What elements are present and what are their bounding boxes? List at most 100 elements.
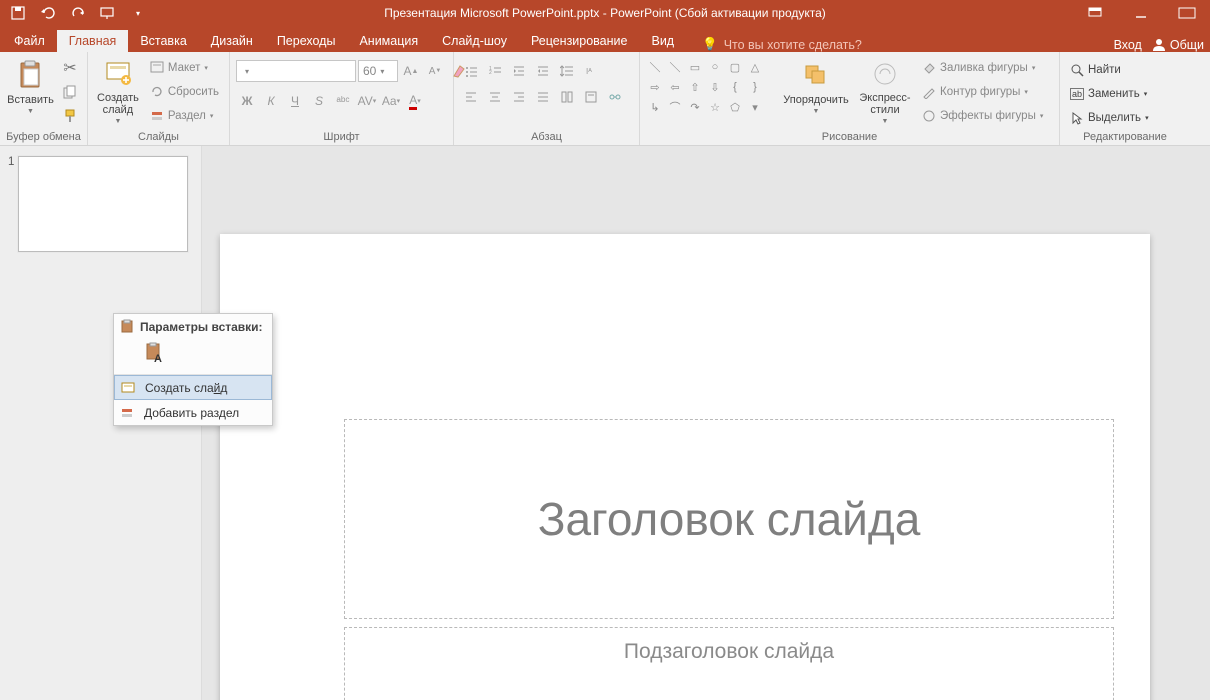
shape-outline-button[interactable]: Контур фигуры▾: [918, 82, 1047, 102]
signin-button[interactable]: Вход: [1114, 38, 1142, 52]
slide-edit-area[interactable]: Заголовок слайда Подзаголовок слайда: [202, 146, 1210, 700]
shape-line-icon[interactable]: ＼: [666, 58, 684, 76]
title-placeholder[interactable]: Заголовок слайда: [344, 419, 1114, 619]
smartart-button[interactable]: [604, 86, 626, 108]
shape-turn-icon[interactable]: ↷: [686, 98, 704, 116]
context-new-slide[interactable]: Создать слайд: [114, 375, 272, 400]
context-add-section[interactable]: Добавить раздел: [114, 400, 272, 425]
svg-text:2: 2: [489, 70, 492, 76]
italic-button[interactable]: К: [260, 90, 282, 112]
shape-arc-icon[interactable]: ⌒: [666, 98, 684, 116]
char-spacing-button[interactable]: AV▾: [356, 90, 378, 112]
reset-button[interactable]: Сбросить: [146, 82, 223, 102]
shape-arrow-icon[interactable]: ⇧: [686, 78, 704, 96]
shape-connector-icon[interactable]: ↳: [646, 98, 664, 116]
font-color-button[interactable]: A▾: [404, 90, 426, 112]
quick-styles-label: Экспресс-стили: [859, 92, 910, 116]
text-shadow-button[interactable]: ᵃᵇᶜ: [332, 90, 354, 112]
clipboard-group-label: Буфер обмена: [6, 131, 81, 145]
undo-icon[interactable]: [36, 2, 60, 24]
paste-keep-text-button[interactable]: A: [142, 340, 168, 366]
subtitle-placeholder[interactable]: Подзаголовок слайда: [344, 627, 1114, 700]
tab-file[interactable]: Файл: [2, 30, 57, 52]
tab-design[interactable]: Дизайн: [199, 30, 265, 52]
quick-styles-icon: [869, 58, 901, 90]
font-size-combo[interactable]: 60: [358, 60, 398, 82]
minimize-icon[interactable]: [1118, 0, 1164, 26]
copy-icon[interactable]: [59, 82, 81, 102]
tab-animation[interactable]: Анимация: [347, 30, 430, 52]
paste-button[interactable]: Вставить ▼: [6, 54, 55, 126]
section-button[interactable]: Раздел▾: [146, 106, 223, 126]
slide-canvas[interactable]: Заголовок слайда Подзаголовок слайда: [220, 234, 1150, 700]
shape-brace-icon[interactable]: }: [746, 78, 764, 96]
drawing-group-label: Рисование: [646, 131, 1053, 145]
increase-indent-button[interactable]: [532, 60, 554, 82]
tell-me-search[interactable]: 💡 Что вы хотите сделать?: [702, 37, 862, 52]
shape-line-icon[interactable]: ＼: [646, 58, 664, 76]
arrange-button[interactable]: Упорядочить ▼: [780, 54, 852, 126]
shape-brace-icon[interactable]: {: [726, 78, 744, 96]
line-spacing-button[interactable]: [556, 60, 578, 82]
qat-customize-icon[interactable]: ▾: [126, 2, 150, 24]
format-painter-icon[interactable]: [59, 106, 81, 126]
columns-button[interactable]: [556, 86, 578, 108]
shape-callout-icon[interactable]: ⬠: [726, 98, 744, 116]
layout-button[interactable]: Макет▾: [146, 58, 223, 78]
search-icon: [1070, 63, 1084, 77]
tab-view[interactable]: Вид: [639, 30, 686, 52]
shape-circle-icon[interactable]: ○: [706, 58, 724, 76]
align-right-button[interactable]: [508, 86, 530, 108]
save-icon[interactable]: [6, 2, 30, 24]
present-icon[interactable]: [96, 2, 120, 24]
bold-button[interactable]: Ж: [236, 90, 258, 112]
redo-icon[interactable]: [66, 2, 90, 24]
shape-arrow-icon[interactable]: ⇩: [706, 78, 724, 96]
editing-group-label: Редактирование: [1066, 131, 1184, 145]
decrease-indent-button[interactable]: [508, 60, 530, 82]
lightbulb-icon: 💡: [702, 37, 718, 52]
align-left-button[interactable]: [460, 86, 482, 108]
shape-rect-icon[interactable]: ▢: [726, 58, 744, 76]
shape-arrow-icon[interactable]: ⇨: [646, 78, 664, 96]
ribbon-tabs: Файл Главная Вставка Дизайн Переходы Ани…: [0, 26, 1210, 52]
decrease-font-icon[interactable]: A▼: [424, 60, 446, 82]
justify-button[interactable]: [532, 86, 554, 108]
ribbon-display-icon[interactable]: [1072, 0, 1118, 26]
new-slide-button[interactable]: Создатьслайд ▼: [94, 54, 142, 126]
strikethrough-button[interactable]: S: [308, 90, 330, 112]
font-family-combo[interactable]: [236, 60, 356, 82]
share-button[interactable]: Общи: [1152, 38, 1204, 52]
tab-insert[interactable]: Вставка: [128, 30, 198, 52]
select-button[interactable]: Выделить▾: [1066, 108, 1153, 128]
shape-star-icon[interactable]: ☆: [706, 98, 724, 116]
shape-effects-button[interactable]: Эффекты фигуры▾: [918, 106, 1047, 126]
align-text-button[interactable]: [580, 86, 602, 108]
find-button[interactable]: Найти: [1066, 60, 1153, 80]
slide-thumbnail[interactable]: [18, 156, 188, 252]
tab-slideshow[interactable]: Слайд-шоу: [430, 30, 519, 52]
align-center-button[interactable]: [484, 86, 506, 108]
tab-review[interactable]: Рецензирование: [519, 30, 640, 52]
underline-button[interactable]: Ч: [284, 90, 306, 112]
shape-fill-button[interactable]: Заливка фигуры▾: [918, 58, 1047, 78]
tab-home[interactable]: Главная: [57, 30, 129, 52]
shape-more-icon[interactable]: ▾: [746, 98, 764, 116]
text-direction-button[interactable]: Iᴬ: [580, 60, 602, 82]
close-icon[interactable]: [1164, 0, 1210, 26]
replace-button[interactable]: abЗаменить▾: [1066, 84, 1153, 104]
shape-triangle-icon[interactable]: △: [746, 58, 764, 76]
quick-styles-button[interactable]: Экспресс-стили ▼: [856, 54, 914, 126]
cut-icon[interactable]: ✂: [59, 58, 81, 78]
change-case-button[interactable]: Aa▾: [380, 90, 402, 112]
tab-transitions[interactable]: Переходы: [265, 30, 348, 52]
shape-arrow-icon[interactable]: ⇦: [666, 78, 684, 96]
paste-options-row: A: [114, 338, 272, 375]
numbering-button[interactable]: 12: [484, 60, 506, 82]
increase-font-icon[interactable]: A▲: [400, 60, 422, 82]
shape-rect-icon[interactable]: ▭: [686, 58, 704, 76]
shapes-gallery[interactable]: ＼ ＼ ▭ ○ ▢ △ ⇨ ⇦ ⇧ ⇩ { } ↳ ⌒ ↷ ☆ ⬠ ▾: [646, 54, 776, 116]
clipboard-icon: [15, 58, 47, 92]
share-label: Общи: [1170, 38, 1204, 52]
bullets-button[interactable]: [460, 60, 482, 82]
